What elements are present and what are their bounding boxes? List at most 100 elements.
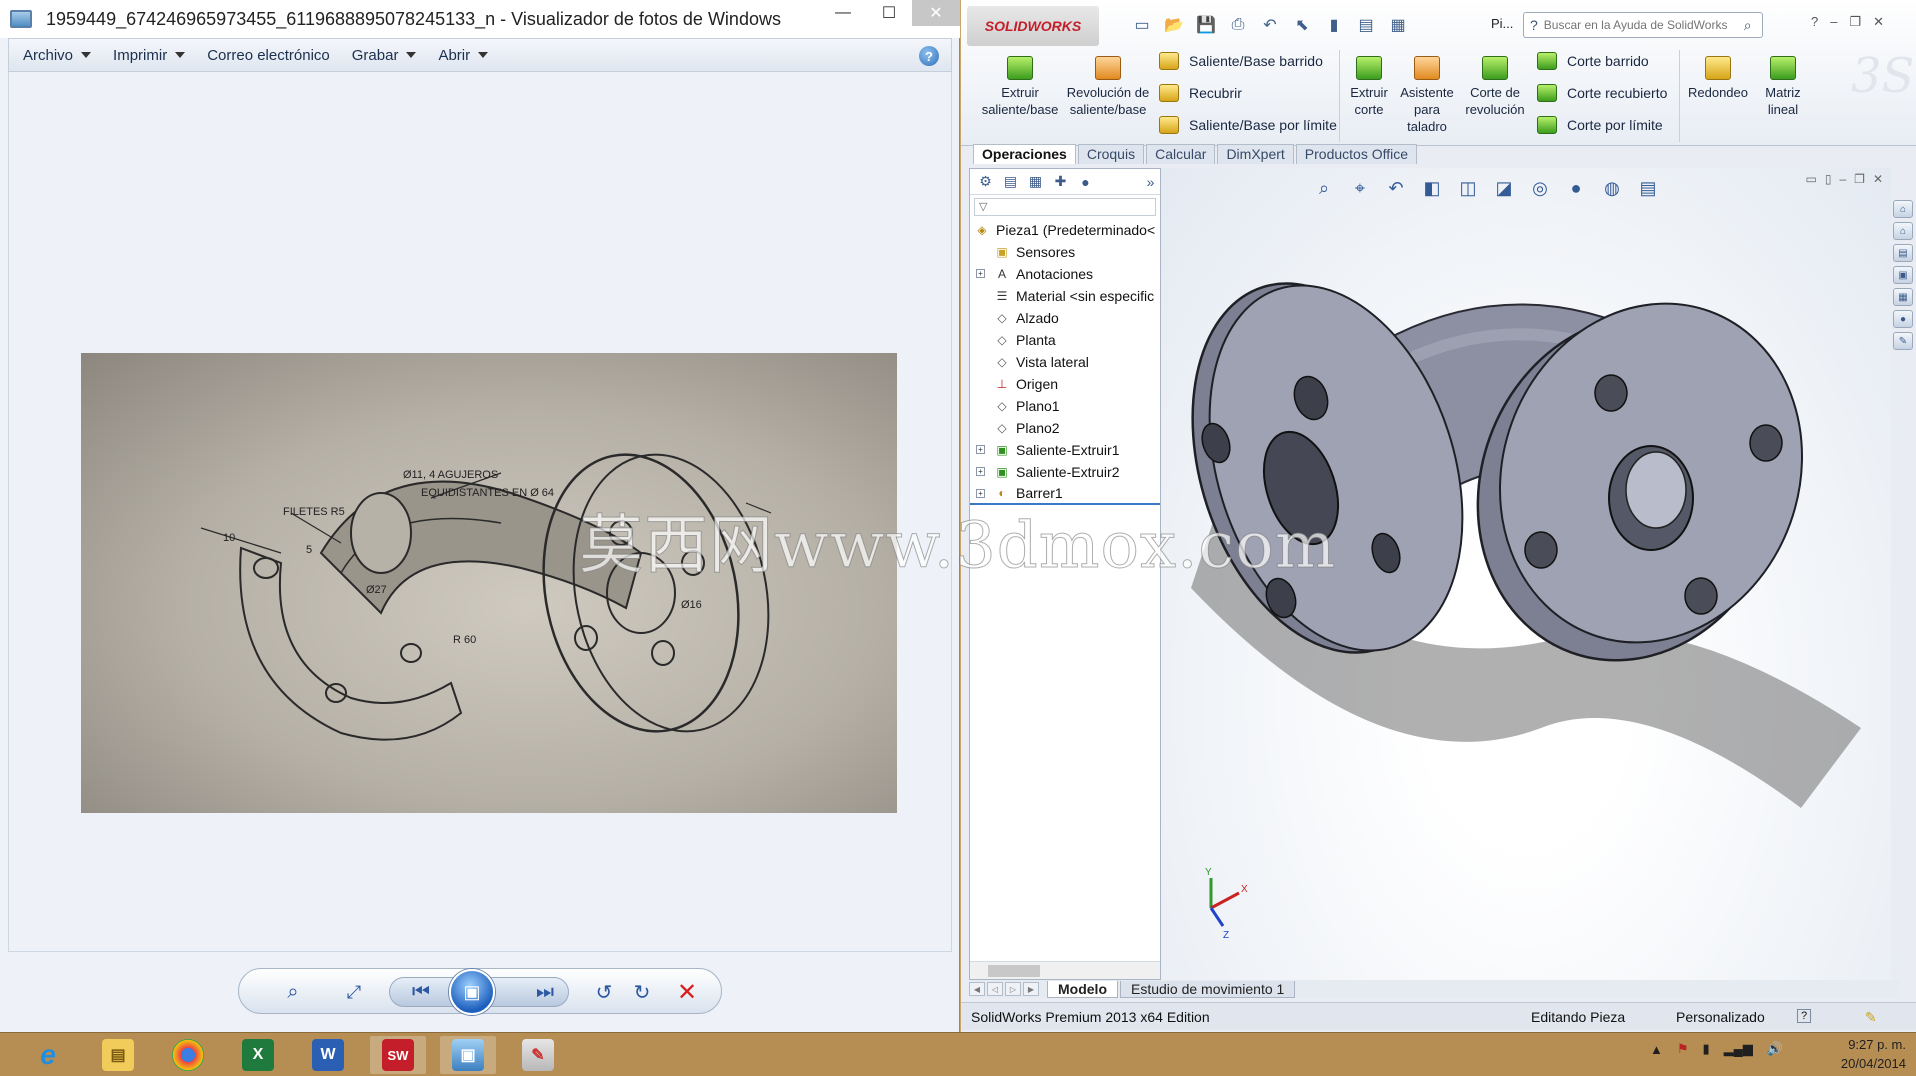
search-input[interactable] — [1543, 18, 1744, 32]
taskbar-file-explorer[interactable]: ▤ — [90, 1036, 146, 1074]
hole-wizard-button[interactable]: Asistente para taladro — [1395, 56, 1459, 135]
tree-filter-input[interactable]: ▽ — [974, 198, 1156, 216]
tree-root-part[interactable]: ◈ Pieza1 (Predeterminado< — [970, 219, 1160, 241]
minimize-button[interactable]: — — [820, 0, 866, 26]
rotate-left-icon[interactable]: ↺ — [589, 977, 619, 1007]
tree-item-saliente-extruir1[interactable]: + ▣ Saliente-Extruir1 — [970, 439, 1160, 461]
design-library-icon[interactable]: ▤ — [1893, 244, 1913, 262]
taskbar-solidworks[interactable]: SW — [370, 1036, 426, 1074]
expand-toggle[interactable]: + — [976, 269, 985, 278]
photo-viewer-titlebar[interactable]: 1959449_674246965973455_6119688895078245… — [0, 0, 960, 38]
taskbar-excel[interactable]: X — [230, 1036, 286, 1074]
boundary-boss-button[interactable]: Saliente/Base por límite — [1159, 116, 1337, 134]
print-icon[interactable]: ⎙ — [1227, 15, 1249, 35]
expand-toggle[interactable]: + — [976, 467, 985, 476]
swept-boss-button[interactable]: Saliente/Base barrido — [1159, 52, 1323, 70]
menu-imprimir[interactable]: Imprimir — [113, 47, 186, 64]
linear-pattern-button[interactable]: Matriz lineal — [1753, 56, 1813, 118]
undo-icon[interactable]: ↶ — [1259, 15, 1281, 35]
extrude-cut-button[interactable]: Extruir corte — [1343, 56, 1395, 118]
tree-horizontal-scrollbar[interactable] — [970, 961, 1160, 979]
revolve-boss-button[interactable]: Revolución de saliente/base — [1065, 56, 1151, 118]
show-hidden-icons-icon[interactable]: ▲ — [1650, 1042, 1663, 1057]
tab-productos-office[interactable]: Productos Office — [1295, 144, 1418, 164]
zoom-icon[interactable]: ⌕ — [273, 977, 313, 1007]
boundary-cut-button[interactable]: Corte por límite — [1537, 116, 1663, 134]
scrollbar-thumb[interactable] — [988, 965, 1040, 977]
prev-tab-icon[interactable]: ◁ — [987, 982, 1003, 996]
tree-item-plano2[interactable]: ◇ Plano2 — [970, 417, 1160, 439]
lofted-cut-button[interactable]: Corte recubierto — [1537, 84, 1667, 102]
fillet-button[interactable]: Redondeo — [1683, 56, 1753, 101]
dimxpert-manager-icon[interactable]: ✚ — [1051, 173, 1070, 191]
power-icon[interactable]: ▮ — [1703, 1041, 1710, 1057]
tab-estudio-movimiento[interactable]: Estudio de movimiento 1 — [1120, 980, 1296, 998]
file-explorer-icon[interactable]: ▣ — [1893, 266, 1913, 284]
minimize-button[interactable]: – — [1830, 14, 1837, 30]
tab-dimxpert[interactable]: DimXpert — [1217, 144, 1294, 164]
first-tab-icon[interactable]: ◀ — [969, 982, 985, 996]
delete-icon[interactable]: ✕ — [669, 977, 705, 1007]
next-icon[interactable]: ⏭ — [523, 977, 567, 1007]
taskbar-chrome[interactable] — [160, 1036, 216, 1074]
menu-correo[interactable]: Correo electrónico — [207, 47, 330, 64]
taskbar-paint[interactable]: ✎ — [510, 1036, 566, 1074]
taskbar-photo-viewer[interactable]: ▣ — [440, 1036, 496, 1074]
loft-button[interactable]: Recubrir — [1159, 84, 1242, 102]
save-icon[interactable]: 💾 — [1195, 15, 1217, 35]
feature-manager-icon[interactable]: ⚙ — [976, 173, 995, 191]
solidworks-logo[interactable]: SOLIDWORKS — [967, 6, 1099, 46]
maximize-button[interactable]: ☐ — [866, 0, 912, 26]
view-palette-icon[interactable]: ▦ — [1893, 288, 1913, 306]
tab-modelo[interactable]: Modelo — [1047, 980, 1118, 998]
units-selector[interactable]: Personalizado — [1676, 1009, 1765, 1025]
tree-item-saliente-extruir2[interactable]: + ▣ Saliente-Extruir2 — [970, 461, 1160, 483]
configuration-manager-icon[interactable]: ▦ — [1026, 173, 1045, 191]
action-center-icon[interactable]: ⚑ — [1677, 1041, 1689, 1057]
property-manager-icon[interactable]: ▤ — [1001, 173, 1020, 191]
tab-calcular[interactable]: Calcular — [1146, 144, 1216, 164]
network-icon[interactable]: ▂▄▆ — [1724, 1041, 1753, 1057]
help-menu-icon[interactable]: ? — [1811, 14, 1818, 30]
options-icon[interactable]: ▦ — [1387, 15, 1409, 35]
tree-item-origen[interactable]: ⊥ Origen — [970, 373, 1160, 395]
appearances-icon[interactable]: ● — [1893, 310, 1913, 328]
rotate-right-icon[interactable]: ↻ — [627, 977, 657, 1007]
previous-icon[interactable]: ⏮ — [399, 977, 443, 1007]
help-icon[interactable]: ? — [919, 46, 939, 66]
swept-cut-button[interactable]: Corte barrido — [1537, 52, 1649, 70]
tab-croquis[interactable]: Croquis — [1077, 144, 1145, 164]
actual-size-icon[interactable]: ⤢ — [339, 977, 369, 1007]
home-icon[interactable]: ⌂ — [1893, 222, 1913, 240]
pin-label[interactable]: Pi... — [1491, 16, 1513, 31]
volume-icon[interactable]: 🔊 — [1767, 1041, 1783, 1057]
rebuild-status-icon[interactable]: ✎ — [1865, 1009, 1877, 1026]
tree-item-material[interactable]: ☰ Material <sin especific — [970, 285, 1160, 307]
menu-grabar[interactable]: Grabar — [352, 47, 417, 64]
photo-canvas[interactable]: Ø11, 4 AGUJEROS EQUIDISTANTES EN Ø 64 FI… — [8, 72, 1336, 952]
last-tab-icon[interactable]: ▶ — [1023, 982, 1039, 996]
system-clock[interactable]: 9:27 p. m. 20/04/2014 — [1841, 1035, 1906, 1073]
help-icon[interactable]: ? — [1797, 1009, 1812, 1023]
expand-icon[interactable]: » — [1141, 173, 1160, 191]
tree-item-sensores[interactable]: ▣ Sensores — [970, 241, 1160, 263]
tab-operaciones[interactable]: Operaciones — [973, 144, 1076, 164]
tree-item-anotaciones[interactable]: + A Anotaciones — [970, 263, 1160, 285]
select-icon[interactable]: ⬉ — [1291, 15, 1313, 35]
new-document-icon[interactable]: ▭ — [1131, 15, 1153, 35]
rebuild-icon[interactable]: ▮ — [1323, 15, 1345, 35]
tree-item-planta[interactable]: ◇ Planta — [970, 329, 1160, 351]
tree-item-alzado[interactable]: ◇ Alzado — [970, 307, 1160, 329]
extrude-boss-button[interactable]: Extruir saliente/base — [975, 56, 1065, 118]
close-button[interactable]: ✕ — [912, 0, 960, 26]
taskbar-internet-explorer[interactable]: e — [20, 1036, 76, 1074]
open-icon[interactable]: 📂 — [1163, 15, 1185, 35]
solidworks-resources-icon[interactable]: ⌂ — [1893, 200, 1913, 218]
menu-archivo[interactable]: Archivo — [23, 47, 92, 64]
display-manager-icon[interactable]: ● — [1076, 173, 1095, 191]
tree-item-plano1[interactable]: ◇ Plano1 — [970, 395, 1160, 417]
tree-item-vista-lateral[interactable]: ◇ Vista lateral — [970, 351, 1160, 373]
taskbar-word[interactable]: W — [300, 1036, 356, 1074]
file-properties-icon[interactable]: ▤ — [1355, 15, 1377, 35]
expand-toggle[interactable]: + — [976, 445, 985, 454]
